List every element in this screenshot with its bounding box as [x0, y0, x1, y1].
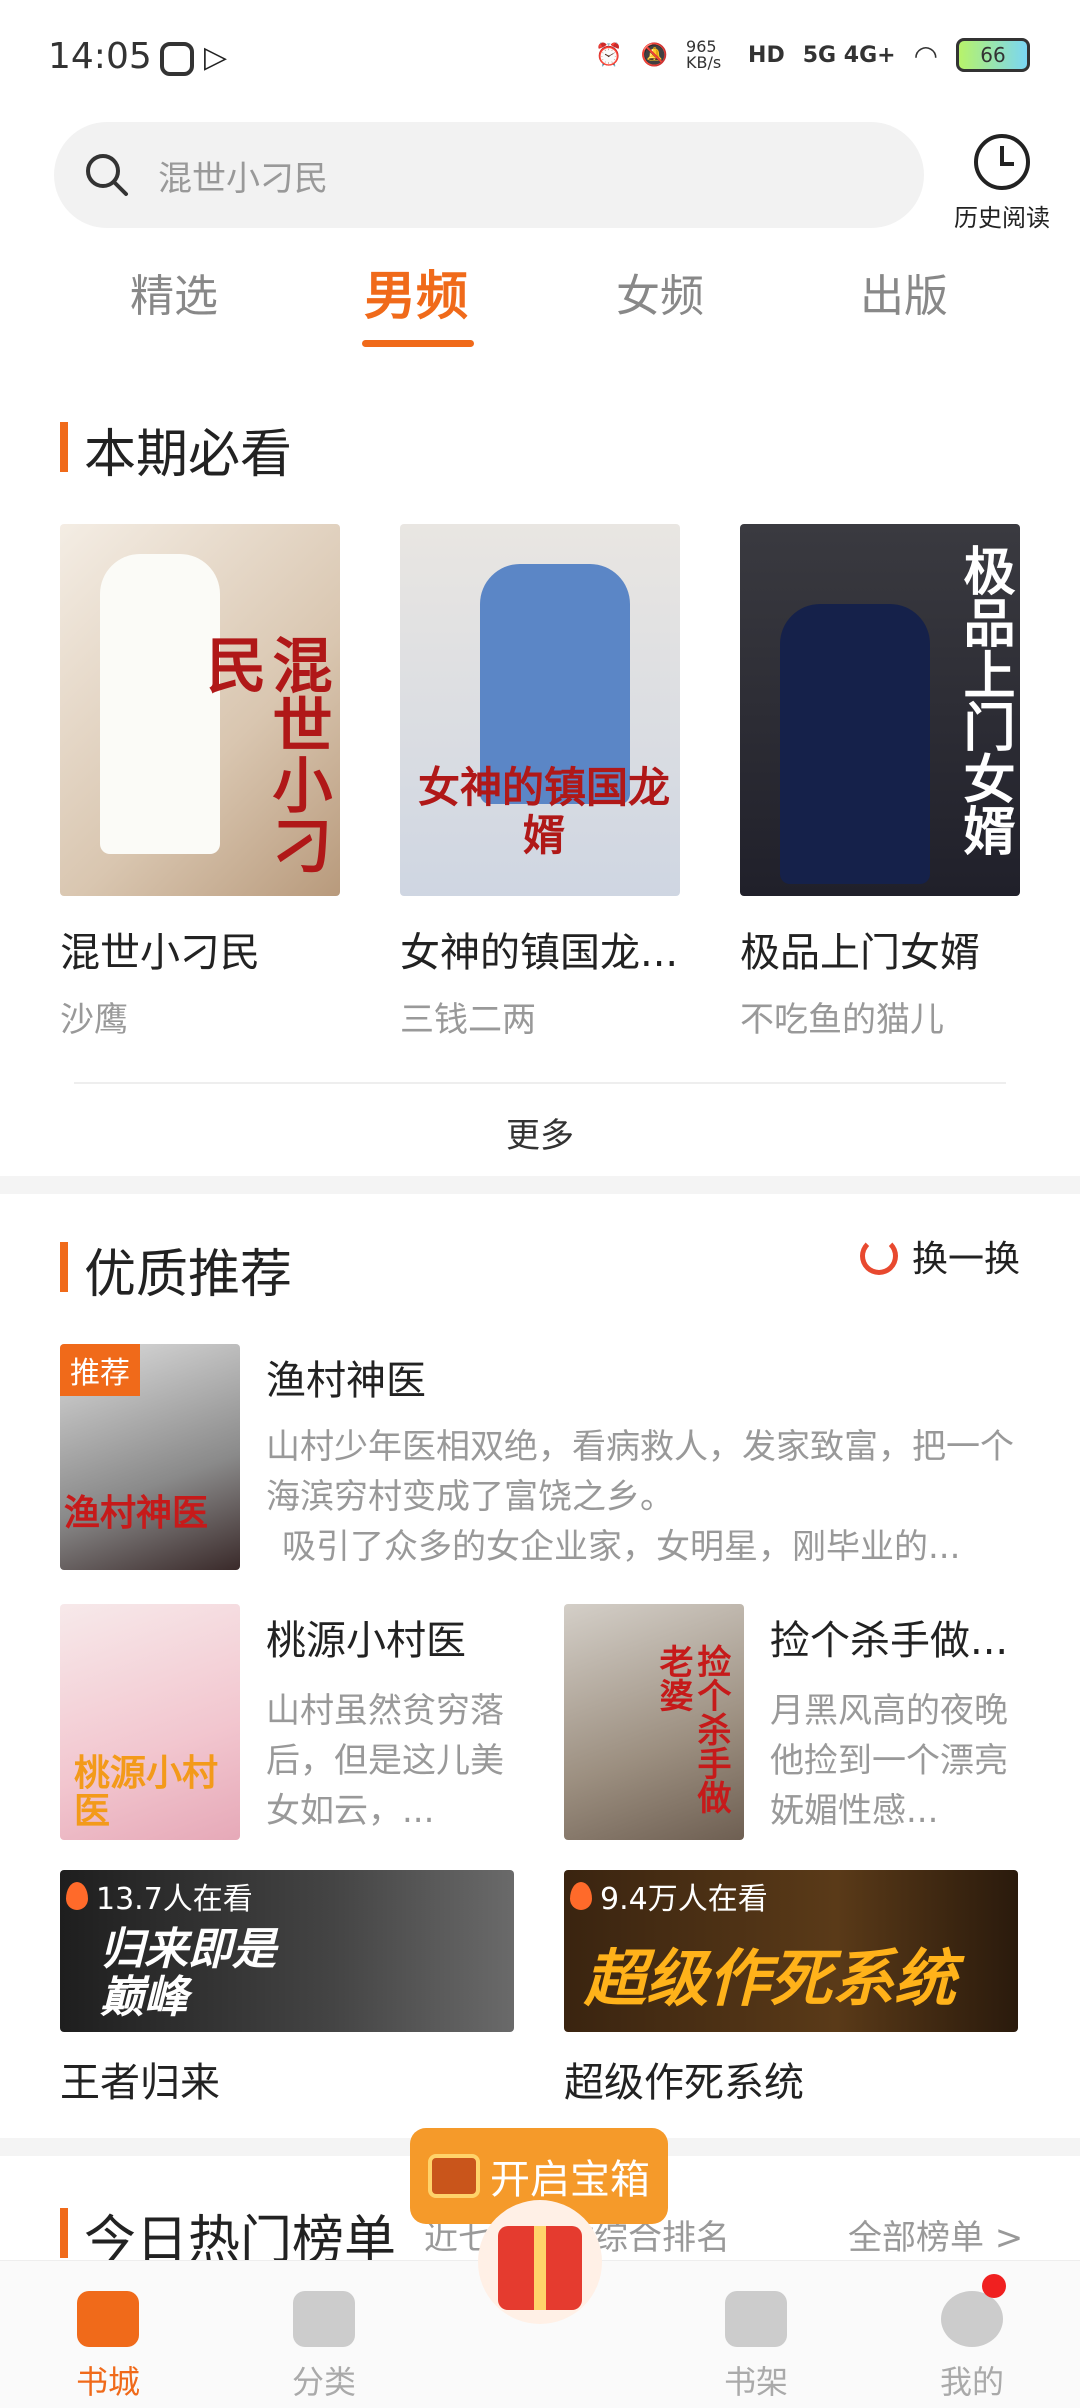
alarm-icon: ⏰ [595, 42, 623, 68]
grid-icon [293, 2291, 355, 2347]
status-bar: 14:05 ▷ ⏰ 🔕 965 KB/s HD 5G 4G+ ◠ 66 [0, 0, 1080, 120]
book-title: 女神的镇国龙... [400, 930, 679, 976]
tab-selected[interactable]: 精选 [130, 260, 218, 324]
refresh-button[interactable]: 换一换 [860, 1230, 1020, 1282]
book-banner[interactable]: 9.4万人在看 超级作死系统 [564, 1870, 1018, 2032]
battery-icon: 66 [956, 38, 1030, 72]
divider [74, 1082, 1006, 1084]
book-title: 极品上门女婿 [740, 930, 980, 976]
signal-icon: 5G 4G+ [802, 42, 896, 68]
user-icon [941, 2291, 1003, 2347]
gift-button[interactable] [478, 2200, 602, 2324]
tab-publish[interactable]: 出版 [860, 260, 948, 324]
all-rankings-link[interactable]: 全部榜单 > [848, 2210, 1023, 2259]
featured-desc: 山村少年医相双绝，看病救人，发家致富，把一个海滨穷村变成了富饶之乡。 [266, 1427, 1014, 1517]
book-title[interactable]: 桃源小村医 [266, 1608, 466, 1666]
more-link[interactable]: 更多 [0, 1108, 1080, 1157]
watching-count: 9.4万人在看 [570, 1874, 768, 1918]
search-input[interactable]: 混世小刁民 [158, 151, 328, 200]
hd-icon: HD [748, 42, 785, 68]
flame-icon [66, 1882, 88, 1910]
book-title[interactable]: 捡个杀手做... [770, 1608, 1008, 1666]
clock-icon [974, 134, 1030, 190]
search-bar[interactable]: 混世小刁民 [54, 122, 924, 228]
status-icons: ⏰ 🔕 965 KB/s HD 5G 4G+ ◠ 66 [595, 38, 1030, 72]
book-desc: 月黑风高的夜晚他捡到一个漂亮妩媚性感... [770, 1691, 1008, 1831]
book-desc: 山村虽然贫穷落后，但是这儿美女如云，... [266, 1691, 504, 1831]
nav-bookshelf[interactable]: 书架 [686, 2261, 826, 2403]
flame-icon [570, 1882, 592, 1910]
mute-icon: 🔕 [640, 42, 669, 68]
book-cover[interactable]: 桃源小村医 [60, 1604, 240, 1840]
book-banner[interactable]: 13.7人在看 归来即是巅峰 [60, 1870, 514, 2032]
book-title: 混世小刁民 [60, 930, 260, 976]
book-card[interactable]: 女神的镇国龙婿 女神的镇国龙... 三钱二两 [400, 524, 680, 1041]
featured-title[interactable]: 渔村神医 [266, 1348, 426, 1406]
book-cover: 女神的镇国龙婿 [400, 524, 680, 896]
book-cover: 混世小刁民 [60, 524, 340, 896]
watching-count: 13.7人在看 [66, 1874, 253, 1918]
tab-male[interactable]: 男频 [364, 254, 468, 329]
book-cover[interactable]: 捡个杀手做老婆 [564, 1604, 744, 1840]
treasure-chest-icon [428, 2154, 480, 2198]
refresh-label: 换一换 [912, 1239, 1021, 1280]
search-icon [86, 154, 128, 196]
book-author: 沙鹰 [60, 1000, 128, 1040]
nav-bookstore[interactable]: 书城 [38, 2261, 178, 2403]
book-title[interactable]: 超级作死系统 [564, 2050, 804, 2108]
book-card[interactable]: 极品上门女婿 极品上门女婿 不吃鱼的猫儿 [740, 524, 1020, 1041]
category-tabs: 精选 男频 女频 出版 [0, 260, 1080, 350]
active-tab-indicator [362, 340, 474, 347]
status-time: 14:05 [48, 36, 152, 77]
play-icon: ▷ [204, 40, 228, 75]
featured-cover[interactable]: 推荐 渔村神医 [60, 1344, 240, 1570]
nav-profile[interactable]: 我的 [902, 2261, 1042, 2403]
section-title-must-read: 本期必看 [60, 412, 292, 487]
network-speed: 965 KB/s [686, 37, 722, 72]
notification-dot [982, 2274, 1006, 2298]
book-author: 三钱二两 [400, 1000, 536, 1040]
wifi-icon: ◠ [913, 38, 938, 72]
home-icon [77, 2291, 139, 2347]
book-author: 不吃鱼的猫儿 [740, 1000, 944, 1040]
book-title[interactable]: 王者归来 [60, 2050, 220, 2108]
recommend-badge: 推荐 [60, 1344, 140, 1396]
refresh-icon [860, 1237, 898, 1275]
tab-female[interactable]: 女频 [616, 260, 704, 324]
section-gap [0, 1176, 1080, 1194]
bookshelf-icon [725, 2291, 787, 2347]
history-label: 历史阅读 [954, 204, 1050, 232]
section-title-recommend: 优质推荐 [60, 1232, 292, 1307]
book-cover: 极品上门女婿 [740, 524, 1020, 896]
book-card[interactable]: 混世小刁民 混世小刁民 沙鹰 [60, 524, 340, 1041]
history-reading-button[interactable]: 历史阅读 [950, 134, 1054, 233]
nav-category[interactable]: 分类 [254, 2261, 394, 2403]
app-notification-icon [160, 42, 194, 76]
featured-desc-2: 吸引了众多的女企业家，女明星，刚毕业的... [282, 1527, 961, 1567]
